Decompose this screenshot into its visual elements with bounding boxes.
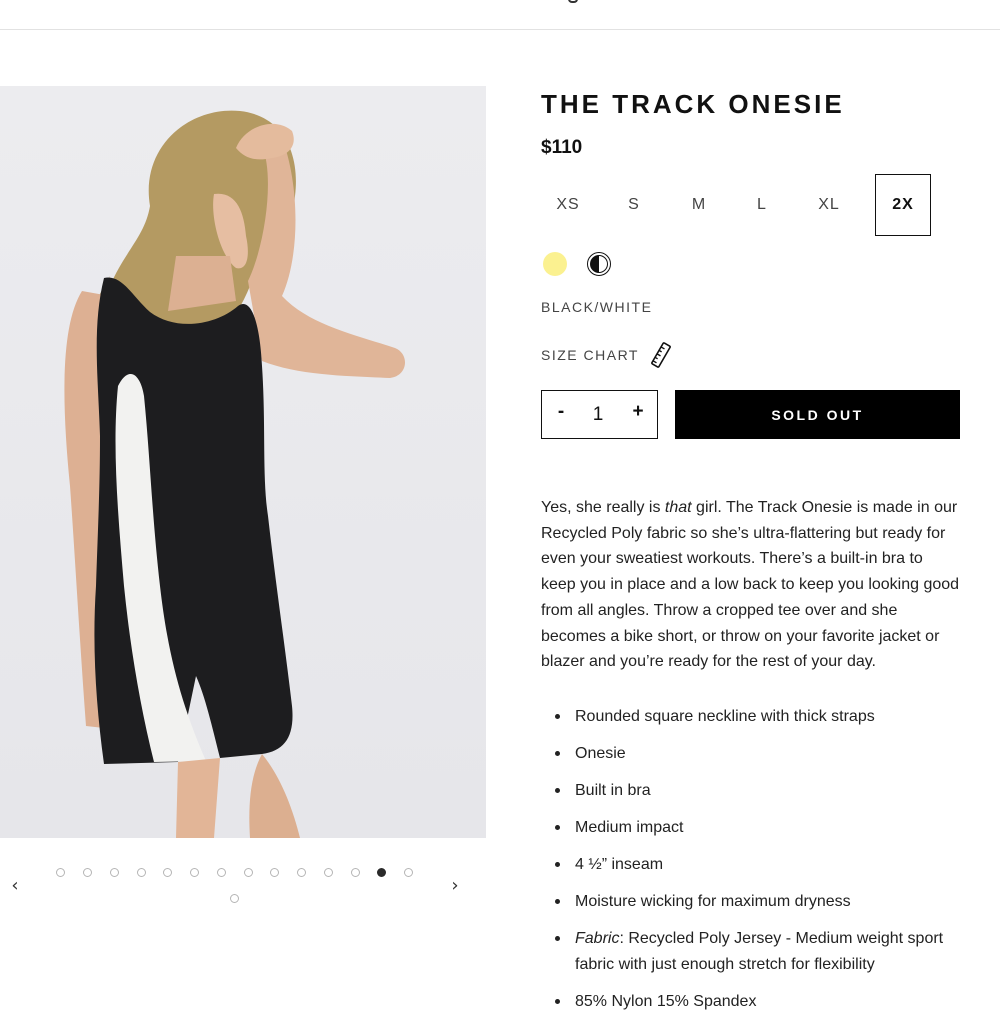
feature-item-fabric: Fabric: Recycled Poly Jersey - Medium we… xyxy=(554,926,954,977)
fabric-text: : Recycled Poly Jersey - Medium weight s… xyxy=(575,930,944,973)
description-text-rest: girl. The Track Onesie is made in our Re… xyxy=(541,499,960,671)
product-price: $110 xyxy=(541,137,583,158)
carousel-dot[interactable] xyxy=(163,868,172,877)
size-option-s[interactable]: S xyxy=(607,174,661,236)
site-header xyxy=(0,0,1000,30)
feature-item: Onesie xyxy=(554,741,954,767)
quantity-stepper: - 1 + xyxy=(541,390,658,439)
product-image[interactable] xyxy=(0,86,486,838)
feature-item: Medium impact xyxy=(554,815,954,841)
quantity-value[interactable]: 1 xyxy=(588,404,608,426)
carousel-dot[interactable] xyxy=(270,868,279,877)
feature-item: Rounded square neckline with thick strap… xyxy=(554,704,954,730)
feature-list: Rounded square neckline with thick strap… xyxy=(554,704,954,1026)
size-option-2x[interactable]: 2X xyxy=(875,174,931,236)
size-option-m[interactable]: M xyxy=(672,174,726,236)
color-swatch-yellow[interactable] xyxy=(543,252,567,276)
quantity-decrease-button[interactable]: - xyxy=(551,401,571,423)
ruler-icon xyxy=(651,342,671,368)
carousel-dot[interactable] xyxy=(110,868,119,877)
carousel-dot[interactable] xyxy=(351,868,360,877)
carousel-dot[interactable] xyxy=(404,868,413,877)
feature-item: Built in bra xyxy=(554,778,954,804)
fabric-label: Fabric xyxy=(575,930,620,947)
feature-item: 4 ½” inseam xyxy=(554,852,954,878)
product-photo xyxy=(64,110,406,838)
feature-item: Moisture wicking for maximum dryness xyxy=(554,889,954,915)
carousel-next-icon[interactable]: › xyxy=(445,874,465,898)
size-chart-label: SIZE CHART xyxy=(541,347,639,363)
carousel-prev-icon[interactable]: ‹ xyxy=(5,874,25,898)
carousel-dot[interactable] xyxy=(230,894,239,903)
product-title: THE TRACK ONESIE xyxy=(541,89,845,119)
carousel-dot[interactable] xyxy=(83,868,92,877)
carousel-dot[interactable] xyxy=(217,868,226,877)
size-option-xl[interactable]: XL xyxy=(802,174,856,236)
description-text-start: Yes, she really is xyxy=(541,499,665,516)
product-description: Yes, she really is that girl. The Track … xyxy=(541,495,961,675)
black-white-swatch-fill xyxy=(590,255,608,273)
description-emphasis: that xyxy=(664,499,692,516)
size-chart-link[interactable]: SIZE CHART xyxy=(541,342,671,368)
carousel-dot[interactable] xyxy=(324,868,333,877)
carousel-dot-active[interactable] xyxy=(377,868,386,877)
size-option-l[interactable]: L xyxy=(735,174,789,236)
carousel-dot[interactable] xyxy=(190,868,199,877)
carousel-dot[interactable] xyxy=(56,868,65,877)
header-nav-fragment xyxy=(568,0,578,3)
quantity-increase-button[interactable]: + xyxy=(628,401,648,423)
sold-out-button[interactable]: SOLD OUT xyxy=(675,390,960,439)
feature-item-composition: 85% Nylon 15% Spandex xyxy=(554,989,954,1015)
carousel-dot[interactable] xyxy=(137,868,146,877)
selected-color-label: BLACK/WHITE xyxy=(541,299,653,315)
carousel-dot[interactable] xyxy=(244,868,253,877)
size-option-xs[interactable]: XS xyxy=(541,174,595,236)
carousel-dot[interactable] xyxy=(297,868,306,877)
color-swatch-black-white[interactable] xyxy=(587,252,611,276)
